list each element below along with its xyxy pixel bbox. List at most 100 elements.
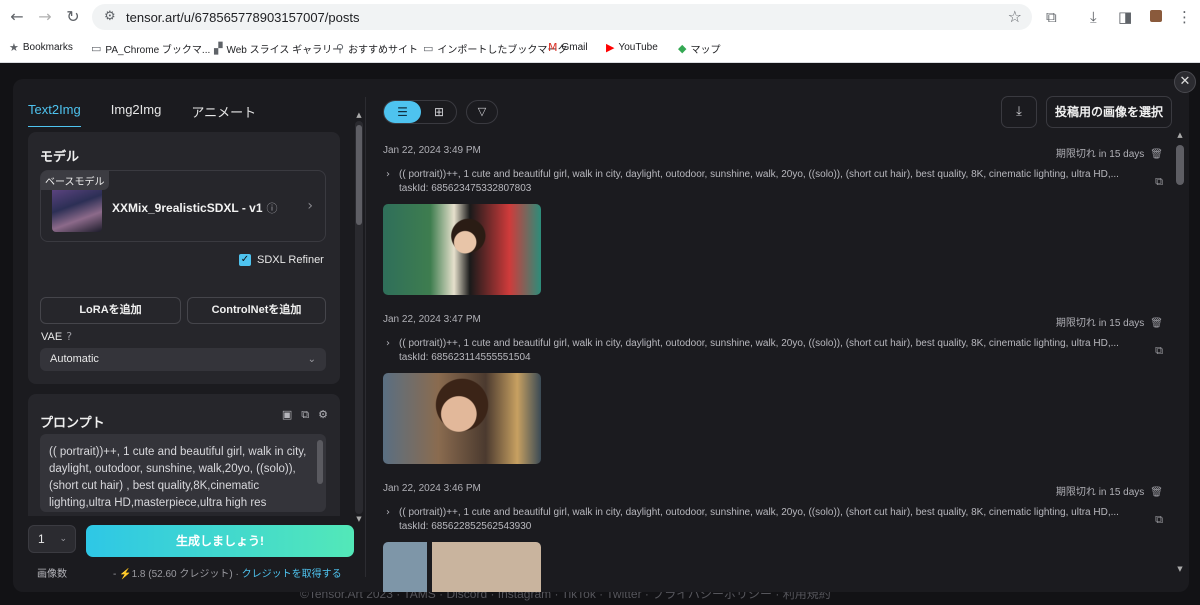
prompt-card: プロンプト ▣ ⧉ ⚙ (( portrait))++, 1 cute and …: [28, 394, 340, 516]
gmail-icon: M: [548, 41, 558, 54]
right-panel-scrollbar[interactable]: ▲ ▼: [1174, 129, 1186, 577]
back-icon[interactable]: ←: [8, 8, 26, 26]
list-view-icon[interactable]: ☰: [384, 101, 421, 123]
left-panel-scrollbar[interactable]: ▲ ▼: [355, 111, 363, 523]
bookmark-item[interactable]: ⚲ おすすめサイト: [336, 41, 418, 56]
get-credits-link[interactable]: クレジットを取得する: [242, 569, 342, 580]
chevron-down-icon: ⌄: [59, 534, 67, 544]
image-icon[interactable]: ▣: [282, 408, 292, 422]
generated-image[interactable]: [383, 204, 541, 295]
credit-info: - ⚡1.8 (52.60 クレジット) · クレジットを取得する: [113, 569, 342, 580]
expand-caret-icon[interactable]: ›: [386, 338, 390, 349]
settings-icon[interactable]: ⚙: [318, 408, 328, 422]
generate-button[interactable]: 生成しましょう!: [86, 525, 354, 557]
tab-animate[interactable]: アニメート: [191, 102, 256, 127]
extensions-icon[interactable]: ⧉: [1046, 8, 1057, 26]
image-count-select[interactable]: 1 ⌄: [28, 525, 76, 553]
entry-expire: 期限切れ in 15 days 🗑: [1055, 318, 1163, 329]
trash-icon[interactable]: 🗑: [1150, 487, 1163, 498]
scrollbar-thumb[interactable]: [1176, 145, 1184, 185]
reload-icon[interactable]: ↻: [64, 8, 82, 26]
vae-select[interactable]: Automatic ⌄: [40, 348, 326, 371]
copy-icon[interactable]: ⧉: [1155, 344, 1163, 358]
download-icon[interactable]: ⤓: [1090, 8, 1097, 26]
star-icon: ★: [9, 41, 19, 54]
model-name: XXMix_9realisticSDXL - v1 ⓘ: [112, 201, 278, 215]
bookmark-item[interactable]: M Gmail: [548, 41, 588, 54]
expand-caret-icon[interactable]: ›: [386, 169, 390, 180]
close-icon[interactable]: ✕: [1174, 71, 1196, 93]
scroll-down-icon[interactable]: ▼: [1174, 565, 1186, 573]
prompt-tools: ▣ ⧉ ⚙: [282, 408, 328, 422]
bookmark-item[interactable]: ★ Bookmarks: [9, 41, 73, 54]
help-icon[interactable]: ?: [66, 330, 72, 343]
trash-icon[interactable]: 🗑: [1150, 149, 1163, 160]
menu-dots-icon[interactable]: ⋮: [1177, 8, 1192, 26]
scrollbar-thumb[interactable]: [356, 125, 362, 225]
bookmark-item[interactable]: ◆ マップ: [678, 41, 720, 56]
maps-icon: ◆: [678, 42, 687, 55]
bookmark-item[interactable]: ▞ Web スライス ギャラリー: [214, 41, 342, 56]
checkbox-checked-icon[interactable]: ✓: [239, 254, 251, 266]
entry-task-id: taskId: 685623114555551504: [399, 352, 531, 363]
bookmark-star-icon[interactable]: ☆: [1008, 7, 1022, 26]
list-item: Jan 22, 2024 3:46 PM 期限切れ in 15 days 🗑 › …: [383, 483, 1163, 592]
copy-icon[interactable]: ⧉: [1155, 513, 1163, 527]
forward-icon[interactable]: →: [36, 8, 54, 26]
model-selector[interactable]: ベースモデル XXMix_9realisticSDXL - v1 ⓘ ›: [40, 170, 326, 242]
chevron-down-icon: ⌄: [307, 354, 316, 365]
address-bar[interactable]: ⚙ tensor.art/u/678565778903157007/posts …: [92, 4, 1032, 30]
view-toggle: ☰ ⊞: [383, 100, 457, 124]
entry-task-id: taskId: 685622852562543930: [399, 521, 532, 532]
add-lora-button[interactable]: LoRAを追加: [40, 297, 181, 324]
mode-tabs: Text2Img Img2Img アニメート: [28, 102, 256, 127]
entry-prompt: (( portrait))++, 1 cute and beautiful gi…: [399, 338, 1119, 349]
folder-icon: ▭: [91, 42, 102, 55]
generated-image[interactable]: [383, 542, 541, 592]
copy-prompt-icon[interactable]: ⧉: [301, 408, 309, 422]
chevron-right-icon: ›: [307, 198, 313, 214]
list-item: Jan 22, 2024 3:47 PM 期限切れ in 15 days 🗑 › …: [383, 314, 1163, 464]
vae-label: VAE?: [41, 330, 73, 343]
sdxl-refiner-checkbox[interactable]: ✓ SDXL Refiner: [239, 254, 324, 266]
trash-icon[interactable]: 🗑: [1150, 318, 1163, 329]
select-for-post-button[interactable]: 投稿用の画像を選択: [1046, 96, 1172, 128]
prompt-section-title: プロンプト: [40, 415, 105, 430]
bookmark-item[interactable]: ▭ インポートしたブックマーク: [423, 41, 567, 56]
side-panel-icon[interactable]: ◨: [1118, 8, 1132, 26]
base-model-tag: ベースモデル: [41, 171, 109, 190]
generated-image[interactable]: [383, 373, 541, 464]
bookmark-item[interactable]: ▶ YouTube: [606, 41, 658, 54]
entry-task-id: taskId: 685623475332807803: [399, 183, 532, 194]
site-info-icon[interactable]: ⚙: [104, 9, 116, 24]
info-icon[interactable]: ⓘ: [267, 202, 278, 215]
entry-date: Jan 22, 2024 3:49 PM: [383, 145, 481, 156]
scroll-up-icon[interactable]: ▲: [355, 111, 363, 119]
grid-view-icon[interactable]: ⊞: [421, 101, 457, 123]
browser-toolbar: ← → ↻ ⚙ tensor.art/u/678565778903157007/…: [0, 0, 1200, 34]
lightning-icon: ⚡: [119, 569, 132, 580]
scroll-down-icon[interactable]: ▼: [355, 515, 363, 523]
list-item: Jan 22, 2024 3:49 PM 期限切れ in 15 days 🗑 › …: [383, 145, 1163, 295]
bookmarks-bar: ★ Bookmarks ▭ PA_Chrome ブックマ... ▞ Web スライス …: [0, 34, 1200, 63]
search-icon: ⚲: [336, 42, 345, 55]
scroll-up-icon[interactable]: ▲: [1174, 131, 1186, 139]
copy-icon[interactable]: ⧉: [1155, 175, 1163, 189]
image-count-label: 画像数: [37, 569, 67, 580]
web-slice-icon: ▞: [214, 42, 223, 55]
bookmark-item[interactable]: ▭ PA_Chrome ブックマ...: [91, 41, 210, 56]
download-icon[interactable]: ⤓: [1001, 96, 1037, 128]
model-section-title: モデル: [40, 149, 80, 164]
entry-expire: 期限切れ in 15 days 🗑: [1055, 487, 1163, 498]
entry-prompt: (( portrait))++, 1 cute and beautiful gi…: [399, 507, 1119, 518]
filter-icon[interactable]: ▽: [466, 100, 498, 124]
prompt-textarea[interactable]: (( portrait))++, 1 cute and beautiful gi…: [40, 434, 326, 512]
textarea-scrollbar[interactable]: [317, 440, 323, 484]
add-controlnet-button[interactable]: ControlNetを追加: [187, 297, 326, 324]
generation-modal: Text2Img Img2Img アニメート モデル ベースモデル XXMix_…: [13, 79, 1189, 592]
tab-img2img[interactable]: Img2Img: [111, 102, 162, 127]
tab-text2img[interactable]: Text2Img: [28, 102, 81, 127]
profile-avatar[interactable]: [1150, 10, 1162, 22]
entry-date: Jan 22, 2024 3:46 PM: [383, 483, 481, 494]
expand-caret-icon[interactable]: ›: [386, 507, 390, 518]
